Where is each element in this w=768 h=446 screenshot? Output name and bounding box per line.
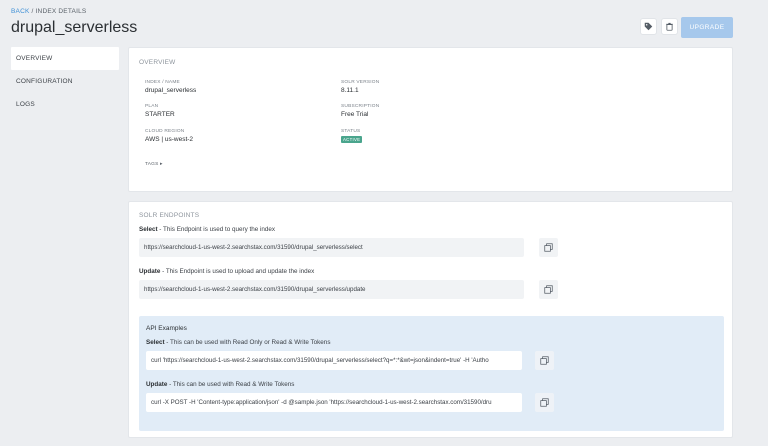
status-label: STATUS bbox=[341, 129, 361, 134]
sidebar-item-overview[interactable]: OVERVIEW bbox=[11, 47, 119, 70]
copy-icon bbox=[544, 243, 553, 252]
tag-button[interactable] bbox=[640, 18, 657, 35]
api-examples-panel: API Examples Select - This can be used w… bbox=[139, 316, 724, 431]
copy-select-endpoint-button[interactable] bbox=[539, 238, 558, 257]
select-endpoint-desc: - This Endpoint is used to query the ind… bbox=[157, 226, 276, 233]
api-update-name: Update bbox=[146, 381, 168, 388]
api-examples-title: API Examples bbox=[146, 325, 187, 332]
copy-api-update-button[interactable] bbox=[535, 393, 554, 412]
breadcrumb-current: INDEX DETAILS bbox=[35, 8, 87, 15]
copy-update-endpoint-button[interactable] bbox=[539, 280, 558, 299]
index-name-label: INDEX / NAME bbox=[145, 80, 180, 85]
update-endpoint-name: Update bbox=[139, 268, 161, 275]
copy-icon bbox=[540, 356, 549, 365]
update-endpoint-desc: - This Endpoint is used to upload and up… bbox=[160, 268, 315, 275]
copy-api-select-button[interactable] bbox=[535, 351, 554, 370]
update-endpoint-url[interactable]: https://searchcloud-1-us-west-2.searchst… bbox=[139, 280, 524, 299]
index-name-value: drupal_serverless bbox=[145, 87, 197, 94]
cloud-region-value: AWS | us-west-2 bbox=[145, 136, 194, 143]
sidebar-item-logs[interactable]: LOGS bbox=[11, 93, 119, 116]
tag-icon bbox=[644, 22, 653, 31]
select-endpoint-url[interactable]: https://searchcloud-1-us-west-2.searchst… bbox=[139, 238, 524, 257]
plan-value: STARTER bbox=[145, 111, 175, 118]
cloud-region-label: CLOUD REGION bbox=[145, 129, 185, 134]
copy-icon bbox=[540, 398, 549, 407]
plan-label: PLAN bbox=[145, 104, 159, 109]
status-badge: ACTIVE bbox=[341, 136, 363, 143]
api-select-name: Select bbox=[146, 339, 165, 346]
api-select-description: Select - This can be used with Read Only… bbox=[146, 339, 330, 346]
api-update-desc: - This can be used with Read & Write Tok… bbox=[167, 381, 295, 388]
api-select-command[interactable]: curl 'https://searchcloud-1-us-west-2.se… bbox=[146, 351, 522, 370]
breadcrumb: BACK / INDEX DETAILS bbox=[11, 8, 86, 15]
copy-icon bbox=[544, 285, 553, 294]
overview-card: OVERVIEW INDEX / NAME drupal_serverless … bbox=[128, 47, 733, 192]
api-update-description: Update - This can be used with Read & Wr… bbox=[146, 381, 294, 388]
solr-endpoints-card: SOLR ENDPOINTS Select - This Endpoint is… bbox=[128, 201, 733, 438]
api-select-desc: - This can be used with Read Only or Rea… bbox=[164, 339, 331, 346]
tags-toggle[interactable]: TAGS ▸ bbox=[145, 162, 163, 167]
api-update-command[interactable]: curl -X POST -H 'Content-type:applicatio… bbox=[146, 393, 522, 412]
trash-icon bbox=[666, 22, 673, 31]
sidebar-item-configuration[interactable]: CONFIGURATION bbox=[11, 70, 119, 93]
subscription-value: Free Trial bbox=[341, 111, 369, 118]
select-endpoint-description: Select - This Endpoint is used to query … bbox=[139, 226, 275, 233]
select-endpoint-name: Select bbox=[139, 226, 158, 233]
overview-title: OVERVIEW bbox=[139, 59, 176, 66]
subscription-label: SUBSCRIPTION bbox=[341, 104, 380, 109]
solr-version-label: SOLR VERSION bbox=[341, 80, 380, 85]
sidebar: OVERVIEW CONFIGURATION LOGS bbox=[11, 47, 119, 116]
back-link[interactable]: BACK bbox=[11, 8, 30, 15]
upgrade-button[interactable]: UPGRADE bbox=[681, 17, 733, 38]
endpoints-title: SOLR ENDPOINTS bbox=[139, 212, 200, 219]
page-title: drupal_serverless bbox=[11, 19, 138, 36]
delete-button[interactable] bbox=[661, 18, 678, 35]
solr-version-value: 8.11.1 bbox=[341, 87, 359, 94]
update-endpoint-description: Update - This Endpoint is used to upload… bbox=[139, 268, 314, 275]
